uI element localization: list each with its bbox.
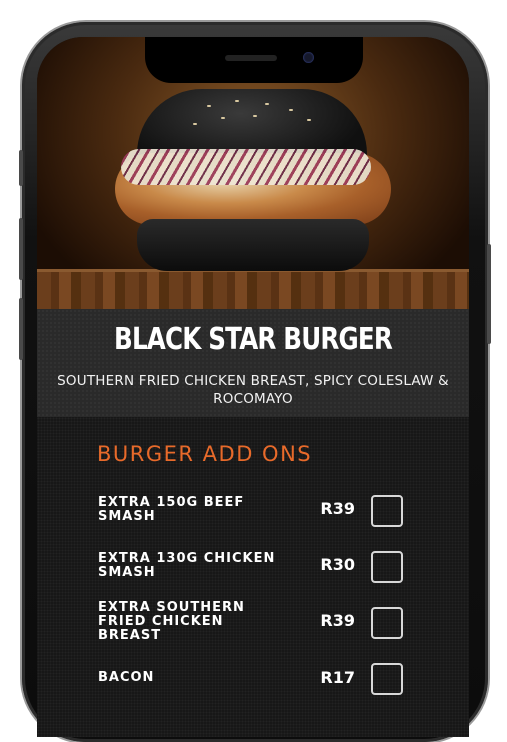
addon-name: EXTRA 150G BEEF SMASH xyxy=(98,495,245,524)
addon-checkbox[interactable] xyxy=(371,607,403,639)
coleslaw xyxy=(121,149,371,185)
notch xyxy=(145,37,363,83)
volume-up-button xyxy=(19,218,23,280)
addon-name: EXTRA 130G CHICKEN SMASH xyxy=(98,551,276,580)
burger-photo xyxy=(115,89,405,275)
wooden-board xyxy=(37,269,469,312)
power-button xyxy=(487,244,491,344)
bun-bottom xyxy=(137,219,369,271)
speaker xyxy=(225,55,277,61)
camera-icon xyxy=(303,52,314,63)
addons-heading: BURGER ADD ONS xyxy=(97,442,313,466)
mute-switch xyxy=(19,150,23,186)
addon-checkbox[interactable] xyxy=(371,495,403,527)
item-description: SOUTHERN FRIED CHICKEN BREAST, SPICY COL… xyxy=(57,373,449,407)
addon-price: R17 xyxy=(320,668,355,687)
addon-checkbox[interactable] xyxy=(371,663,403,695)
addon-name: BACON xyxy=(98,670,155,685)
addon-price: R39 xyxy=(320,499,355,518)
phone-screen: BLACK STAR BURGER SOUTHERN FRIED CHICKEN… xyxy=(37,37,469,737)
item-title: BLACK STAR BURGER xyxy=(114,322,393,357)
addon-price: R39 xyxy=(320,611,355,630)
addon-name: EXTRA SOUTHERN FRIED CHICKEN BREAST xyxy=(98,600,245,643)
addon-price: R30 xyxy=(320,555,355,574)
addon-checkbox[interactable] xyxy=(371,551,403,583)
volume-down-button xyxy=(19,298,23,360)
